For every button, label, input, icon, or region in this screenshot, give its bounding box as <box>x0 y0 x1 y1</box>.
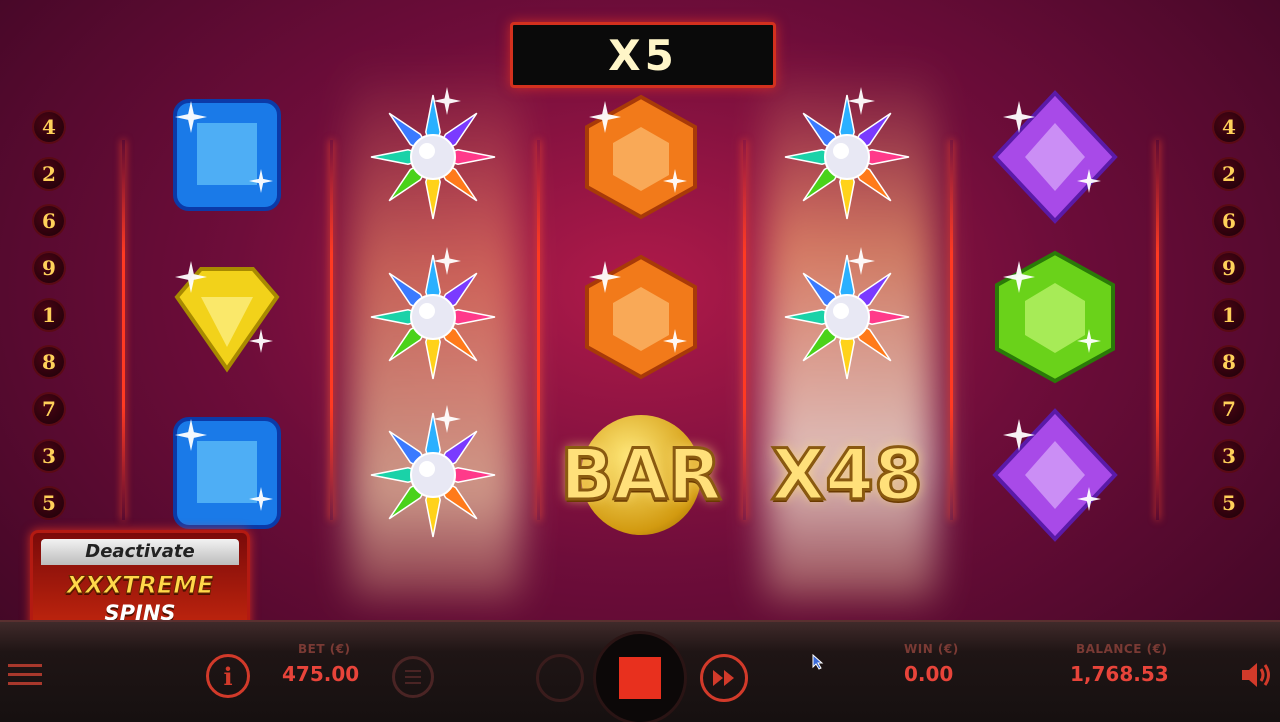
payline-number[interactable]: 2 <box>34 159 64 189</box>
payline-number[interactable]: 1 <box>34 300 64 330</box>
payline-number[interactable]: 4 <box>1214 112 1244 142</box>
payline-number[interactable]: 7 <box>34 394 64 424</box>
multiplier-banner: X5 <box>510 22 776 88</box>
paytable-icon[interactable] <box>392 656 434 698</box>
blue-gem-symbol <box>152 400 302 550</box>
bet-value[interactable]: 475.00 <box>282 662 359 686</box>
bar-symbol-text: BAR <box>559 433 723 518</box>
info-icon[interactable]: i <box>206 654 250 698</box>
yellow-gem-symbol <box>152 242 302 392</box>
stop-icon <box>619 657 661 699</box>
reel-divider <box>122 140 125 520</box>
game-stage: 4 2 6 9 1 8 7 3 5 4 2 6 9 1 8 7 3 5 X5 B… <box>0 0 1280 620</box>
control-bar: i BET (€) 475.00 WIN (€) 0.00 BALANCE (€… <box>0 620 1280 722</box>
xtreme-button-line1: Deactivate <box>41 539 239 565</box>
payline-number[interactable]: 8 <box>34 347 64 377</box>
payline-number[interactable]: 5 <box>1214 488 1244 518</box>
purple-gem-symbol <box>980 400 1130 550</box>
reel-divider <box>1156 140 1159 520</box>
balance-label: BALANCE (€) <box>1076 642 1168 656</box>
payline-number[interactable]: 6 <box>1214 206 1244 236</box>
cursor-pointer-icon <box>812 653 824 674</box>
orange-gem-symbol <box>566 82 716 232</box>
win-value: 0.00 <box>904 662 954 686</box>
wild-star-symbol <box>358 82 508 232</box>
orange-gem-symbol <box>566 242 716 392</box>
sound-icon[interactable] <box>1240 660 1274 694</box>
payline-number[interactable]: 9 <box>1214 253 1244 283</box>
payline-number[interactable]: 2 <box>1214 159 1244 189</box>
payline-number[interactable]: 3 <box>34 441 64 471</box>
autoplay-icon[interactable] <box>536 654 584 702</box>
wild-star-symbol <box>772 242 922 392</box>
xtreme-button-line2: XXXTREME <box>66 571 214 600</box>
payline-number[interactable]: 3 <box>1214 441 1244 471</box>
blue-gem-symbol <box>152 82 302 232</box>
balance-value: 1,768.53 <box>1070 662 1169 686</box>
xtreme-button-line3: SPINS <box>104 601 176 620</box>
purple-gem-symbol <box>980 82 1130 232</box>
wild-star-symbol <box>772 82 922 232</box>
spin-stop-button[interactable] <box>596 634 684 722</box>
payline-number[interactable]: 6 <box>34 206 64 236</box>
multiplier-symbol-text: X48 <box>770 433 924 518</box>
wild-star-symbol <box>358 400 508 550</box>
payline-number[interactable]: 5 <box>34 488 64 518</box>
green-gem-symbol <box>980 242 1130 392</box>
deactivate-xxxtreme-spins-button[interactable]: Deactivate XXXTREME SPINS <box>30 530 250 620</box>
multiplier-symbol: X48 <box>762 400 932 550</box>
payline-number[interactable]: 9 <box>34 253 64 283</box>
payline-number[interactable]: 7 <box>1214 394 1244 424</box>
payline-numbers-right: 4 2 6 9 1 8 7 3 5 <box>1214 112 1250 535</box>
payline-number[interactable]: 8 <box>1214 347 1244 377</box>
menu-icon[interactable] <box>8 664 42 685</box>
wild-star-symbol <box>358 242 508 392</box>
payline-number[interactable]: 1 <box>1214 300 1244 330</box>
payline-number[interactable]: 4 <box>34 112 64 142</box>
bet-label: BET (€) <box>298 642 351 656</box>
win-label: WIN (€) <box>904 642 959 656</box>
reel-divider <box>330 140 333 520</box>
reel-divider <box>537 140 540 520</box>
payline-numbers-left: 4 2 6 9 1 8 7 3 5 <box>34 112 70 535</box>
fast-forward-icon[interactable] <box>700 654 748 702</box>
bar-symbol: BAR <box>556 400 726 550</box>
reel-divider <box>950 140 953 520</box>
reel-divider <box>743 140 746 520</box>
